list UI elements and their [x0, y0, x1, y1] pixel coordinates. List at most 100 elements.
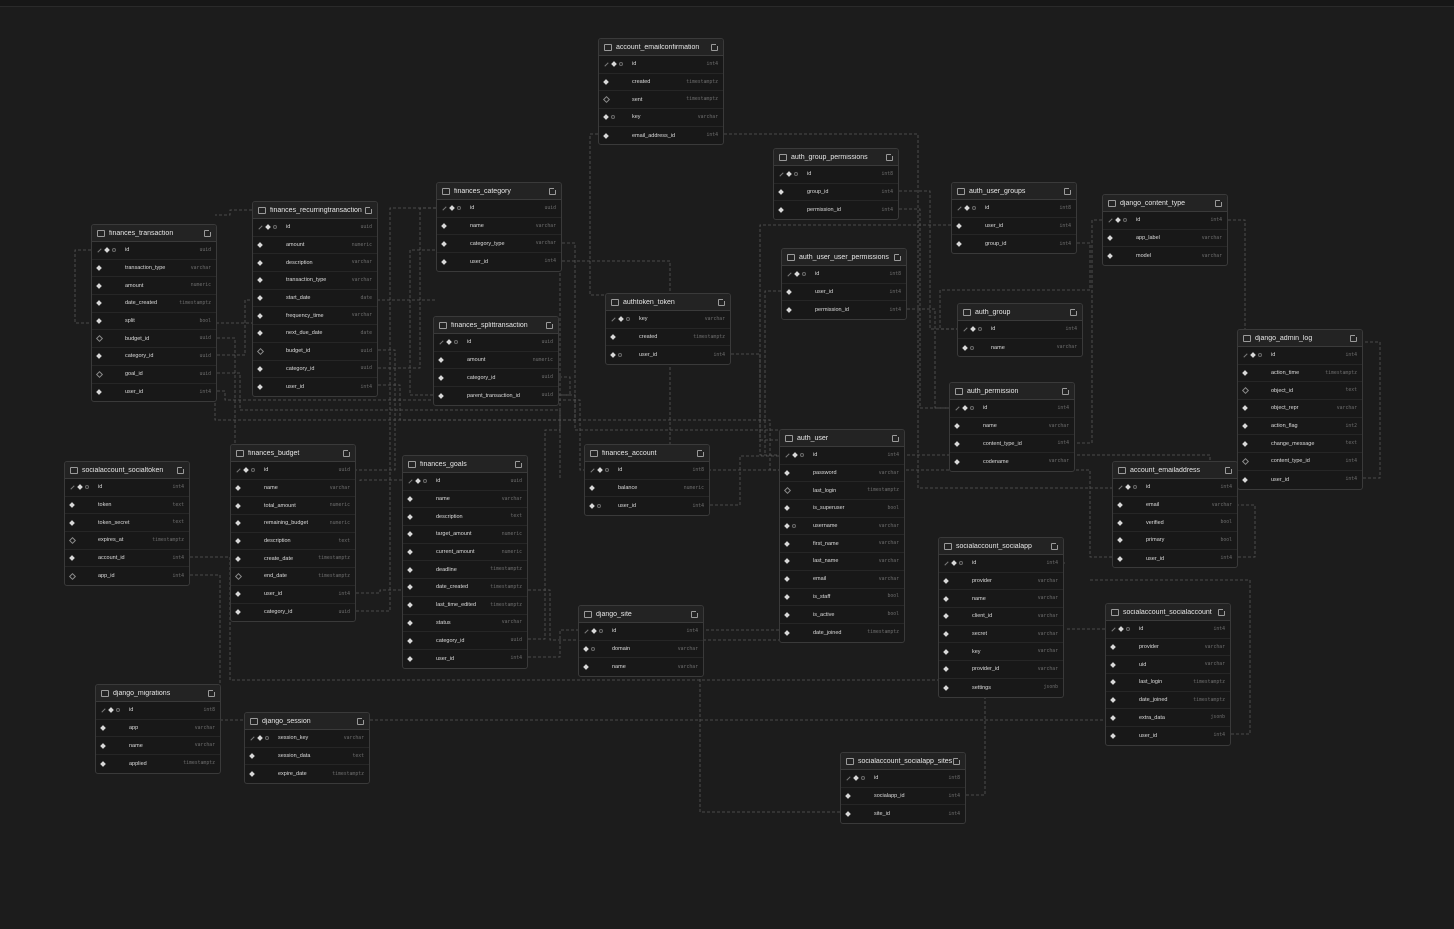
- column-row[interactable]: content_type_id int4: [1238, 453, 1362, 471]
- external-link-icon[interactable]: [711, 42, 719, 51]
- column-row[interactable]: permission_id int4: [782, 301, 906, 319]
- column-row[interactable]: provider varchar: [1106, 639, 1230, 657]
- column-row[interactable]: extra_data jsonb: [1106, 709, 1230, 728]
- table-header[interactable]: auth_user_groups: [952, 183, 1076, 200]
- table-header[interactable]: finances_recurringtransaction: [253, 202, 377, 219]
- column-row[interactable]: category_id uuid: [92, 348, 216, 366]
- column-row[interactable]: id int8: [952, 200, 1076, 218]
- column-row[interactable]: transaction_type varchar: [92, 260, 216, 278]
- column-row[interactable]: name varchar: [939, 590, 1063, 609]
- table-header[interactable]: django_site: [579, 606, 703, 623]
- table-finances-budget[interactable]: finances_budget id uuid name varchar total_am…: [230, 444, 356, 623]
- column-row[interactable]: user_id int4: [231, 586, 355, 604]
- column-row[interactable]: id uuid: [437, 200, 561, 218]
- column-row[interactable]: user_id int4: [403, 650, 527, 668]
- column-row[interactable]: id int4: [1113, 479, 1237, 497]
- column-row[interactable]: parent_transaction_id uuid: [434, 387, 558, 405]
- column-row[interactable]: current_amount numeric: [403, 544, 527, 562]
- column-row[interactable]: object_repr varchar: [1238, 400, 1362, 418]
- table-auth-user-user-permissions[interactable]: auth_user_user_permissions id int8 user_id i…: [781, 248, 907, 321]
- column-row[interactable]: model varchar: [1103, 247, 1227, 265]
- external-link-icon[interactable]: [515, 459, 523, 468]
- column-row[interactable]: verified bool: [1113, 514, 1237, 533]
- table-header[interactable]: auth_user_user_permissions: [782, 249, 906, 266]
- column-row[interactable]: description varchar: [253, 254, 377, 273]
- table-header[interactable]: django_content_type: [1103, 195, 1227, 212]
- column-row[interactable]: name varchar: [579, 658, 703, 676]
- external-link-icon[interactable]: [1350, 333, 1358, 342]
- table-header[interactable]: socialaccount_socialaccount: [1106, 604, 1230, 621]
- table-header[interactable]: socialaccount_socialtoken: [65, 462, 189, 479]
- column-row[interactable]: user_id int4: [437, 253, 561, 271]
- table-header[interactable]: socialaccount_socialapp: [939, 538, 1063, 555]
- column-row[interactable]: last_name varchar: [780, 553, 904, 571]
- column-row[interactable]: end_date timestamptz: [231, 568, 355, 586]
- column-row[interactable]: user_id int4: [92, 384, 216, 402]
- column-row[interactable]: group_id int4: [774, 184, 898, 202]
- column-row[interactable]: id int4: [939, 555, 1063, 573]
- table-header[interactable]: django_session: [245, 713, 369, 730]
- column-row[interactable]: group_id int4: [952, 235, 1076, 253]
- table-django-content-type[interactable]: django_content_type id int4 app_label varcha…: [1102, 194, 1228, 267]
- column-row[interactable]: id int4: [599, 56, 723, 74]
- column-row[interactable]: password varchar: [780, 465, 904, 483]
- table-django-session[interactable]: django_session session_key varchar session_…: [244, 712, 370, 785]
- column-row[interactable]: status varchar: [403, 615, 527, 633]
- column-row[interactable]: applied timestamptz: [96, 755, 220, 773]
- table-header[interactable]: authtoken_token: [606, 294, 730, 311]
- table-finances-splittransaction[interactable]: finances_splittransaction id uuid amount num…: [433, 316, 559, 406]
- schema-canvas[interactable]: account_emailconfirmation id int4 created ti…: [0, 0, 1454, 929]
- column-row[interactable]: id int8: [774, 166, 898, 184]
- column-row[interactable]: expires_at timestamptz: [65, 532, 189, 550]
- external-link-icon[interactable]: [1218, 607, 1226, 616]
- table-socialaccount-socialaccount[interactable]: socialaccount_socialaccount id int4 provide…: [1105, 603, 1231, 746]
- column-row[interactable]: split bool: [92, 313, 216, 331]
- column-row[interactable]: change_message text: [1238, 435, 1362, 454]
- column-row[interactable]: email varchar: [780, 571, 904, 589]
- column-row[interactable]: budget_id uuid: [92, 330, 216, 349]
- column-row[interactable]: user_id int4: [606, 346, 730, 364]
- external-link-icon[interactable]: [343, 448, 351, 457]
- column-row[interactable]: amount numeric: [92, 277, 216, 296]
- column-row[interactable]: key varchar: [606, 311, 730, 329]
- column-row[interactable]: description text: [403, 508, 527, 527]
- column-row[interactable]: action_flag int2: [1238, 418, 1362, 436]
- table-django-admin-log[interactable]: django_admin_log id int4 action_time timesta…: [1237, 329, 1363, 490]
- table-finances-recurringtransaction[interactable]: finances_recurringtransaction id uuid amoun…: [252, 201, 378, 397]
- column-row[interactable]: is_superuser bool: [780, 500, 904, 518]
- table-header[interactable]: django_migrations: [96, 685, 220, 702]
- column-row[interactable]: id uuid: [253, 219, 377, 237]
- column-row[interactable]: category_type varchar: [437, 235, 561, 254]
- table-header[interactable]: finances_budget: [231, 445, 355, 462]
- column-row[interactable]: is_staff bool: [780, 589, 904, 607]
- external-link-icon[interactable]: [953, 756, 961, 765]
- external-link-icon[interactable]: [177, 465, 185, 474]
- table-header[interactable]: account_emailaddress: [1113, 462, 1237, 479]
- column-row[interactable]: id int4: [780, 447, 904, 465]
- external-link-icon[interactable]: [1051, 541, 1059, 550]
- column-row[interactable]: deadline timestamptz: [403, 561, 527, 580]
- column-row[interactable]: next_due_date date: [253, 325, 377, 343]
- external-link-icon[interactable]: [894, 252, 902, 261]
- column-row[interactable]: last_time_edited timestamptz: [403, 597, 527, 615]
- column-row[interactable]: content_type_id int4: [950, 435, 1074, 454]
- table-socialaccount-socialtoken[interactable]: socialaccount_socialtoken id int4 token text…: [64, 461, 190, 587]
- table-auth-group[interactable]: auth_group id int4 name varchar: [957, 303, 1083, 358]
- column-row[interactable]: id int4: [950, 400, 1074, 418]
- table-header[interactable]: auth_group_permissions: [774, 149, 898, 166]
- column-row[interactable]: key varchar: [939, 643, 1063, 662]
- column-row[interactable]: app_label varchar: [1103, 230, 1227, 248]
- column-row[interactable]: id uuid: [231, 462, 355, 480]
- column-row[interactable]: username varchar: [780, 518, 904, 536]
- column-row[interactable]: user_id int4: [952, 218, 1076, 236]
- table-header[interactable]: account_emailconfirmation: [599, 39, 723, 56]
- external-link-icon[interactable]: [886, 152, 894, 161]
- external-link-icon[interactable]: [697, 448, 705, 457]
- table-finances-transaction[interactable]: finances_transaction id uuid transaction_ty…: [91, 224, 217, 403]
- column-row[interactable]: app_id int4: [65, 567, 189, 585]
- column-row[interactable]: name varchar: [96, 737, 220, 756]
- column-row[interactable]: id uuid: [403, 473, 527, 491]
- column-row[interactable]: user_id int4: [1238, 471, 1362, 489]
- column-row[interactable]: id int8: [841, 770, 965, 788]
- table-auth-permission[interactable]: auth_permission id int4 name varchar content_…: [949, 382, 1075, 472]
